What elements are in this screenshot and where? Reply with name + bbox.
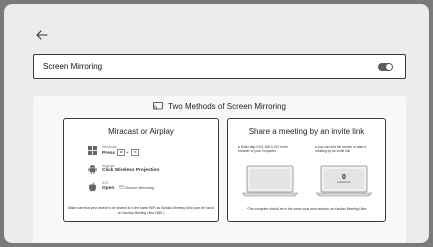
miracast-card: Miracast or Airplay Windows Press⊞+K <box>63 118 219 222</box>
app-frame: Screen Mirroring Two Methods of Screen M… <box>4 4 429 243</box>
invite-step-2: ● you can end the screen or start a meet… <box>315 145 367 153</box>
windows-instruction: Press <box>102 150 116 156</box>
miracast-title: Miracast or Airplay <box>108 127 174 136</box>
windows-icon <box>87 146 97 156</box>
windows-key: ⊞ <box>117 149 126 157</box>
ios-instruction: Open <box>102 186 115 192</box>
invite-link-card: Share a meeting by an invite link ● Ente… <box>227 118 386 222</box>
cast-icon <box>153 102 163 110</box>
laptop-screen-digit: 0 <box>342 174 346 181</box>
setting-label: Screen Mirroring <box>43 62 103 71</box>
screen-mirroring-setting: Screen Mirroring <box>33 54 406 79</box>
toggle-knob <box>386 63 392 70</box>
k-key: K <box>131 149 140 157</box>
methods-title: Two Methods of Screen Mirroring <box>168 101 286 111</box>
android-method: Android Click Wireless Projection <box>86 164 159 174</box>
screen-mirroring-toggle[interactable] <box>378 62 393 71</box>
ios-extra-label: Screen Mirroring <box>125 186 155 191</box>
android-icon <box>87 165 97 174</box>
laptop-illustration <box>242 165 298 197</box>
methods-heading: Two Methods of Screen Mirroring <box>33 100 406 112</box>
laptop-invite-illustration: 0 <box>316 165 372 197</box>
windows-method: Windows Press ⊞ + K <box>86 145 140 157</box>
invite-step-2-text: you can end the screen or start a meetin… <box>315 145 367 153</box>
arrow-left-icon <box>36 30 48 40</box>
ios-method: iOS Open Screen Mirroring <box>86 181 154 192</box>
apple-icon <box>88 182 96 191</box>
methods-panel: Two Methods of Screen Mirroring Miracast… <box>33 96 406 243</box>
miracast-note: Make sure that your device to be shared … <box>68 206 214 215</box>
invite-step-1: ● Enter http://101.168.3.242 in the brow… <box>238 145 289 153</box>
android-instruction: Click Wireless Projection <box>102 168 160 174</box>
invite-step-1-text: Enter http://101.168.3.242 in the browse… <box>238 145 289 153</box>
back-button[interactable] <box>34 28 50 42</box>
invite-link-title: Share a meeting by an invite link <box>248 127 365 136</box>
invite-link-note: *The computer should be in the same loca… <box>246 206 367 211</box>
screen-mirroring-icon <box>118 185 125 190</box>
